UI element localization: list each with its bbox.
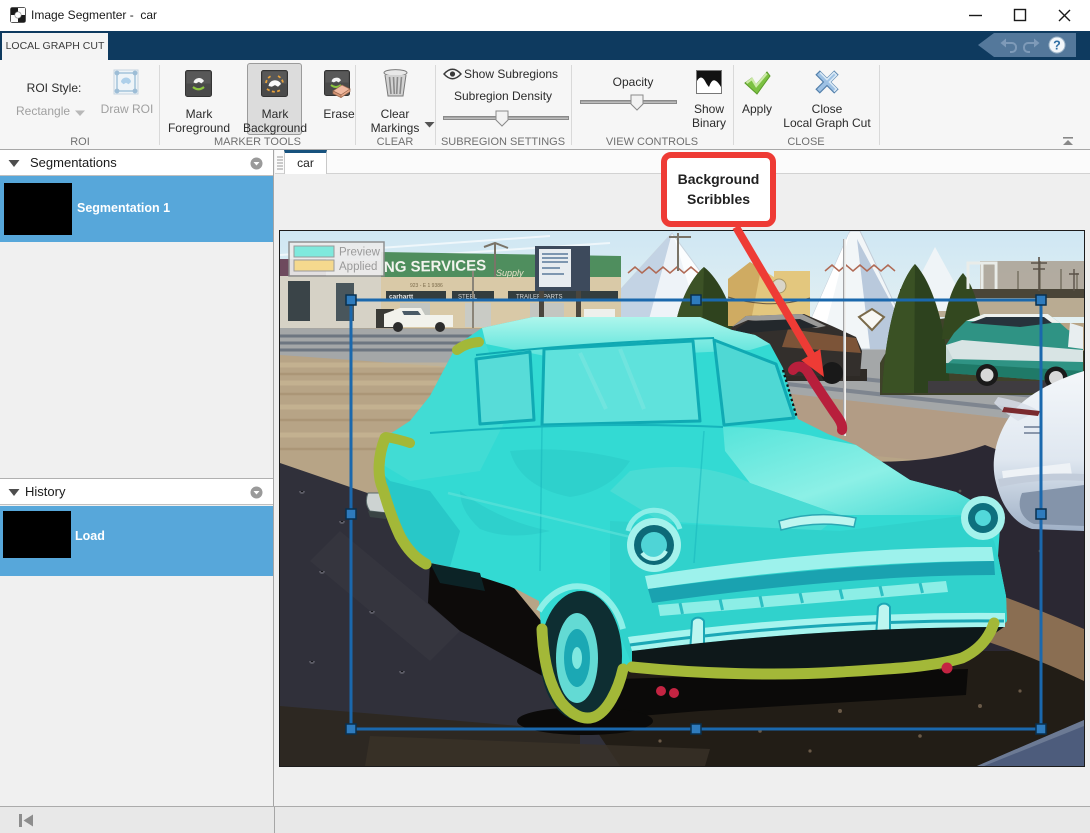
svg-text:Applied: Applied	[339, 261, 377, 273]
svg-text:923 - E 1 9386: 923 - E 1 9386	[410, 283, 443, 289]
svg-text:Supply: Supply	[496, 268, 524, 278]
svg-text:?: ?	[1053, 39, 1061, 53]
svg-text:Preview: Preview	[339, 247, 381, 259]
svg-text:NG SERVICES: NG SERVICES	[384, 257, 487, 276]
